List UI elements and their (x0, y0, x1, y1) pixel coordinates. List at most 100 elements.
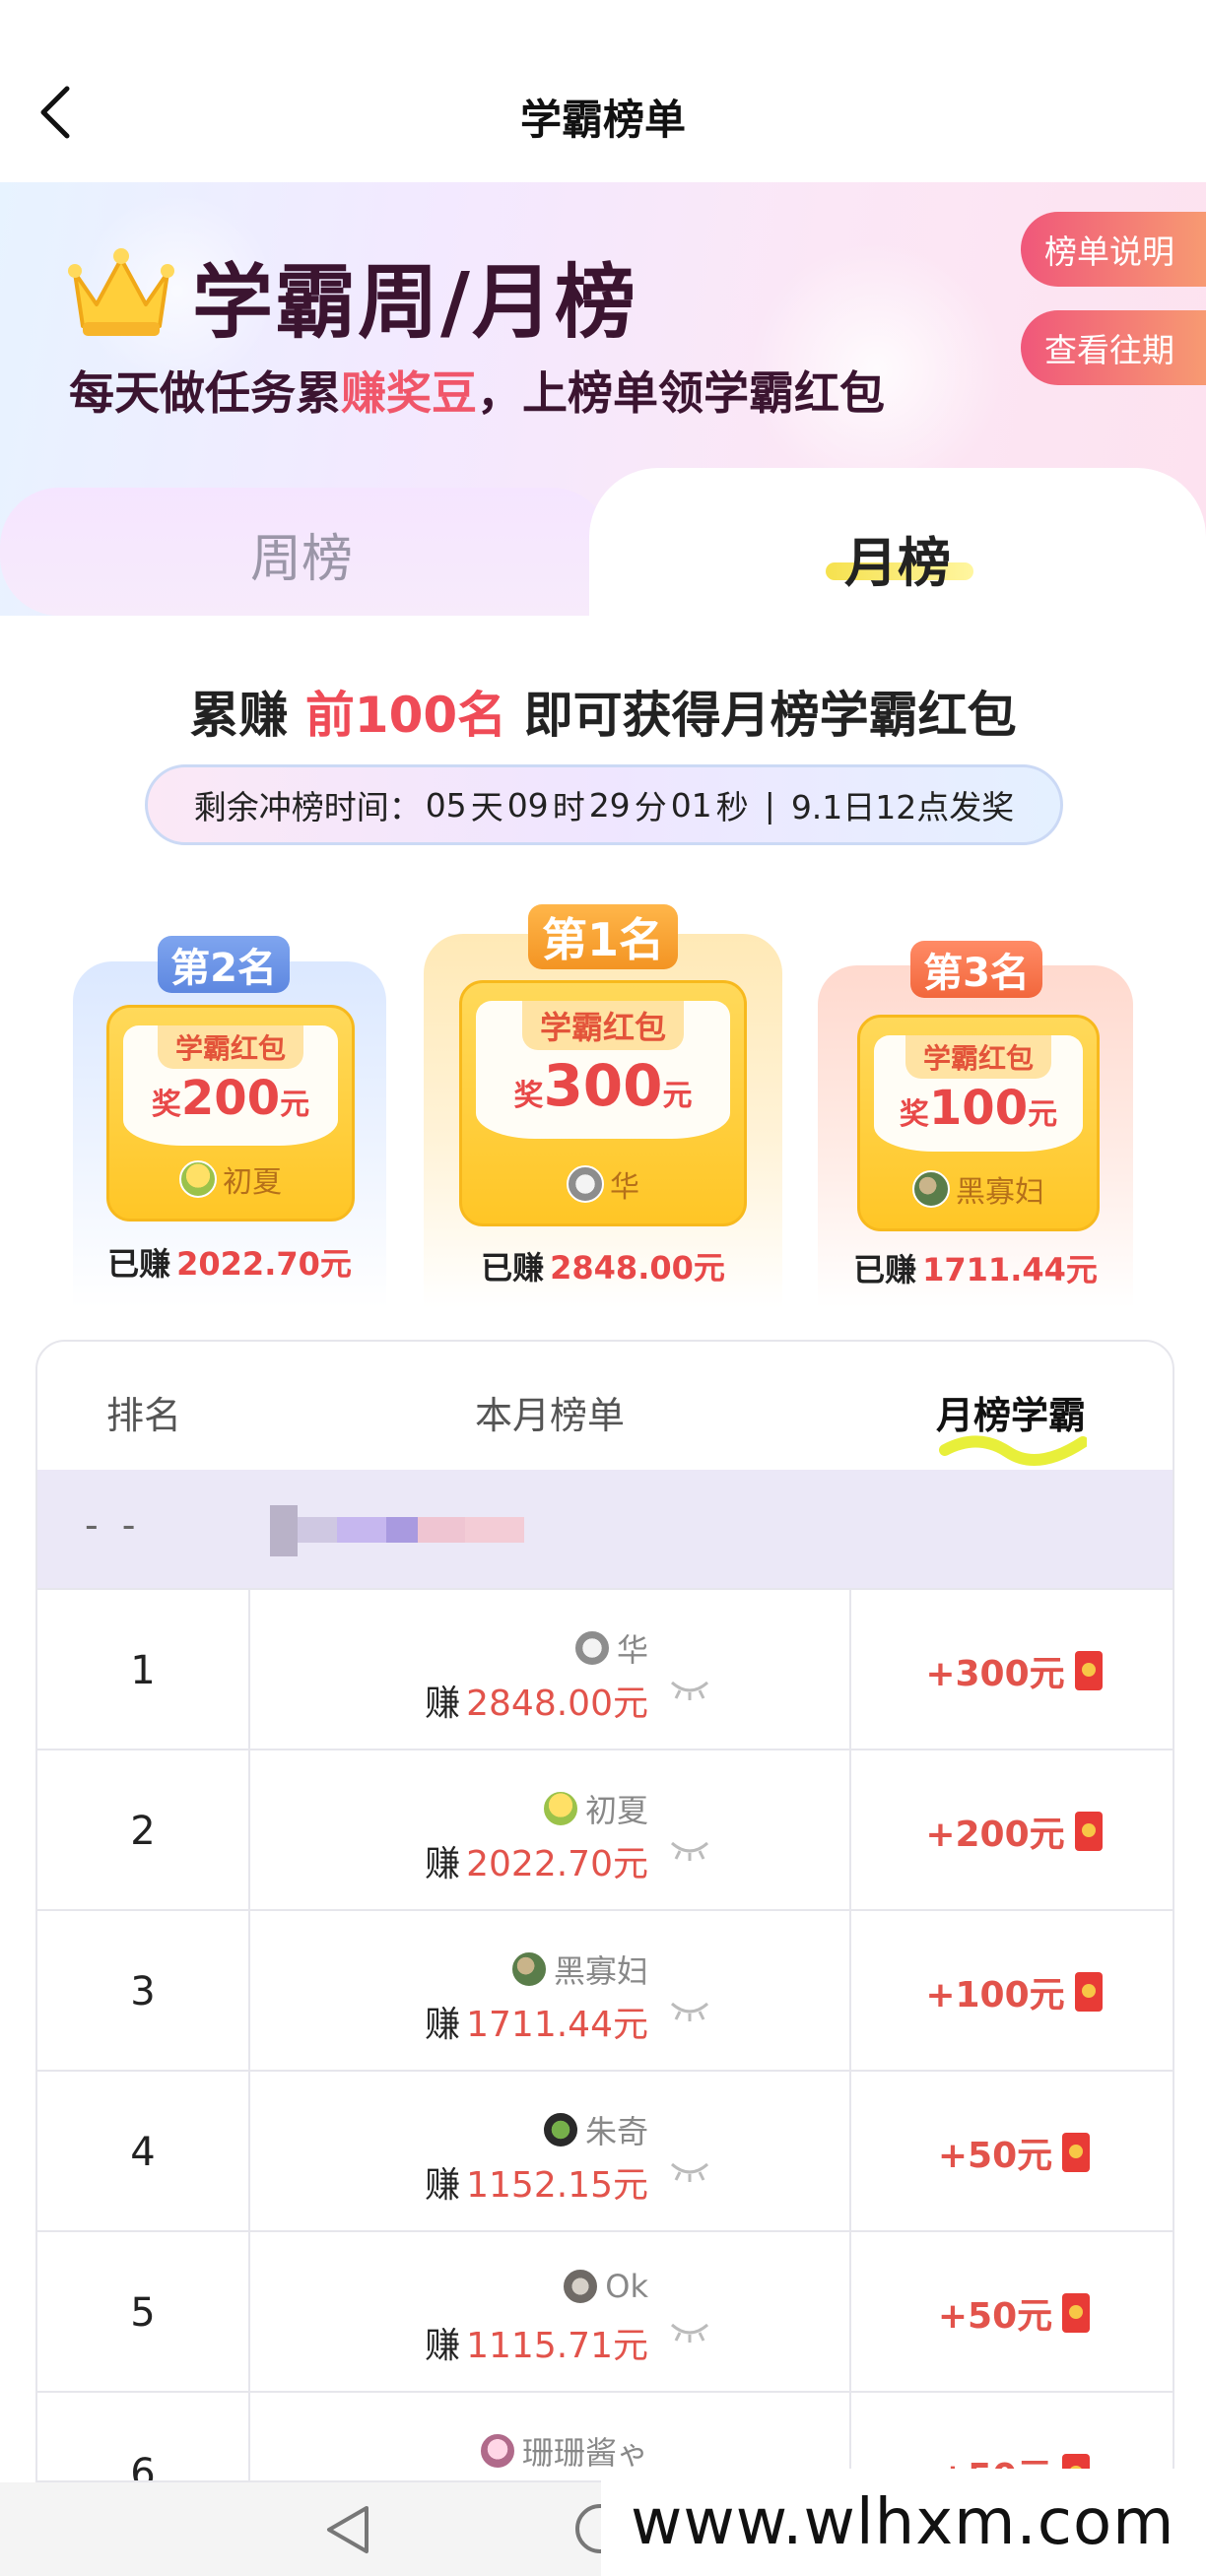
avatar (179, 1160, 217, 1198)
my-rank: - - (85, 1503, 142, 1547)
page-title: 学霸榜单 (519, 96, 686, 144)
my-name-blurred (270, 1505, 556, 1556)
podium-username: 初夏 (223, 1165, 282, 1200)
table-row[interactable]: 2 初夏 赚 2022.70元 +200元 (37, 1749, 1172, 1911)
ranking-table: 排名 本月榜单 月榜学霸 - - 1 华 赚 2848.00元 +300元 2 … (35, 1340, 1174, 2482)
row-username: 华 (616, 1631, 648, 1669)
tab-monthly-label[interactable]: 月榜 (589, 519, 1206, 597)
row-username: 珊珊酱ゃ (521, 2434, 648, 2472)
podium-user: 黑寡妇 (860, 1167, 1097, 1211)
history-button[interactable]: 查看往期 (1021, 310, 1206, 385)
table-row[interactable]: 1 华 赚 2848.00元 +300元 (37, 1588, 1172, 1750)
banner-subtitle-highlight: 赚奖豆 (341, 366, 477, 420)
earned-label: 已赚 (107, 1245, 171, 1283)
avatar (541, 1790, 579, 1827)
earn-prefix: 赚 (425, 2165, 461, 2206)
my-rank-row: - - (37, 1470, 1172, 1588)
banner-subtitle: 每天做任务累赚奖豆，上榜单领学霸红包 (69, 358, 885, 423)
table-row[interactable]: 4 朱奇 赚 1152.15元 +50元 (37, 2070, 1172, 2232)
envelope-label: 学霸红包 (904, 1035, 1052, 1079)
top-bar: 学霸榜单 (0, 0, 1206, 182)
row-rank: 5 (37, 2232, 250, 2393)
crown-icon (68, 248, 174, 336)
row-username: Ok (605, 2268, 648, 2305)
timer-seconds-unit: 秒 (715, 788, 749, 826)
header-monthly-list: 本月榜单 (475, 1394, 626, 1437)
avatar (478, 2432, 516, 2470)
prize-amount: 奖300元 (476, 1052, 730, 1119)
earn-prefix: 赚 (425, 1844, 461, 1884)
row-username: 初夏 (584, 1792, 648, 1829)
row-rank: 3 (37, 1911, 250, 2072)
banner-title: 学霸周/月榜 (192, 256, 637, 350)
eye-closed-icon[interactable] (668, 1677, 711, 1702)
timer-minutes: 29 (588, 785, 631, 825)
row-user: 华 (572, 1625, 648, 1671)
row-earned-amount: 2848.00元 (466, 1684, 648, 1724)
row-earned-amount: 1152.15元 (466, 2165, 648, 2206)
prize-value: 100 (928, 1081, 1029, 1136)
red-envelope-icon (1074, 1650, 1103, 1690)
timer-seconds: 01 (670, 785, 712, 825)
envelope-card: 学霸红包 奖300元 (476, 1001, 730, 1139)
row-user-cell: 黑寡妇 赚 1711.44元 (250, 1911, 851, 2072)
eye-closed-icon[interactable] (668, 1998, 711, 2023)
row-reward-amount: +100元 (925, 1974, 1065, 2015)
row-earned-amount: 1711.44元 (466, 2005, 648, 2045)
row-reward-amount: +50元 (937, 2295, 1053, 2337)
row-reward: +50元 (851, 2072, 1172, 2232)
podium-earned-first: 已赚 2848.00元 (424, 1243, 782, 1288)
podium-username: 华 (610, 1170, 639, 1205)
row-rank: 1 (37, 1590, 250, 1750)
eye-closed-icon[interactable] (668, 1837, 711, 1863)
envelope-card: 学霸红包 奖100元 (874, 1035, 1083, 1152)
table-row[interactable]: 3 黑寡妇 赚 1711.44元 +100元 (37, 1909, 1172, 2072)
rank-badge-third: 第3名 (910, 941, 1042, 998)
watermark: www.wlhxm.com (601, 2469, 1206, 2576)
row-username: 黑寡妇 (553, 1952, 648, 1990)
tab-weekly-label[interactable]: 周榜 (0, 517, 603, 591)
podium-user: 华 (462, 1162, 744, 1206)
prize-value: 200 (180, 1071, 281, 1126)
rules-button[interactable]: 榜单说明 (1021, 212, 1206, 287)
row-earned: 赚 1115.71元 (425, 2317, 648, 2368)
nav-back-icon[interactable] (321, 2502, 372, 2557)
row-user-cell: 初夏 赚 2022.70元 (250, 1750, 851, 1911)
red-envelope-icon (1074, 1971, 1103, 2012)
podium-user: 初夏 (109, 1157, 352, 1201)
row-rank: 4 (37, 2072, 250, 2232)
row-earned-amount: 1115.71元 (466, 2326, 648, 2366)
envelope-card: 学霸红包 奖200元 (123, 1025, 338, 1146)
avatar (562, 2268, 600, 2305)
award-note: 9.1日12点发奖 (790, 788, 1015, 826)
table-header: 排名 本月榜单 月榜学霸 (37, 1342, 1172, 1470)
podium-earned-third: 已赚 1711.44元 (818, 1245, 1133, 1290)
reward-info-highlight: 前100名 (304, 687, 507, 744)
table-row[interactable]: 5 Ok 赚 1115.71元 +50元 (37, 2230, 1172, 2393)
avatar (509, 1950, 548, 1988)
row-earned: 赚 1711.44元 (425, 1996, 648, 2047)
prize-prefix: 奖 (899, 1097, 929, 1132)
earn-prefix: 赚 (425, 2005, 461, 2045)
prize-suffix: 元 (280, 1088, 310, 1122)
row-earned-amount: 2022.70元 (466, 1844, 648, 1884)
row-reward: +50元 (851, 2232, 1172, 2393)
eye-closed-icon[interactable] (668, 2319, 711, 2345)
eye-closed-icon[interactable] (668, 2158, 711, 2184)
reward-info-pre: 累赚 (189, 687, 289, 744)
row-user: 黑寡妇 (509, 1947, 648, 1992)
red-envelope-icon (1062, 2132, 1091, 2172)
envelope-label: 学霸红包 (157, 1025, 304, 1069)
earned-amount: 2848.00元 (550, 1249, 725, 1287)
earned-amount: 1711.44元 (922, 1251, 1098, 1288)
timer-days-unit: 天 (470, 788, 503, 826)
row-user: 朱奇 (541, 2107, 648, 2152)
red-envelope-second: 学霸红包 奖200元 初夏 (106, 1005, 355, 1222)
avatar (567, 1165, 604, 1203)
reward-info: 累赚 前100名 即可获得月榜学霸红包 (0, 676, 1206, 747)
avatar (572, 1629, 611, 1667)
row-username: 朱奇 (584, 2113, 648, 2150)
banner-subtitle-pre: 每天做任务累 (69, 366, 341, 420)
timer-minutes-unit: 分 (634, 788, 667, 826)
row-earned: 赚 2848.00元 (425, 1675, 648, 1726)
